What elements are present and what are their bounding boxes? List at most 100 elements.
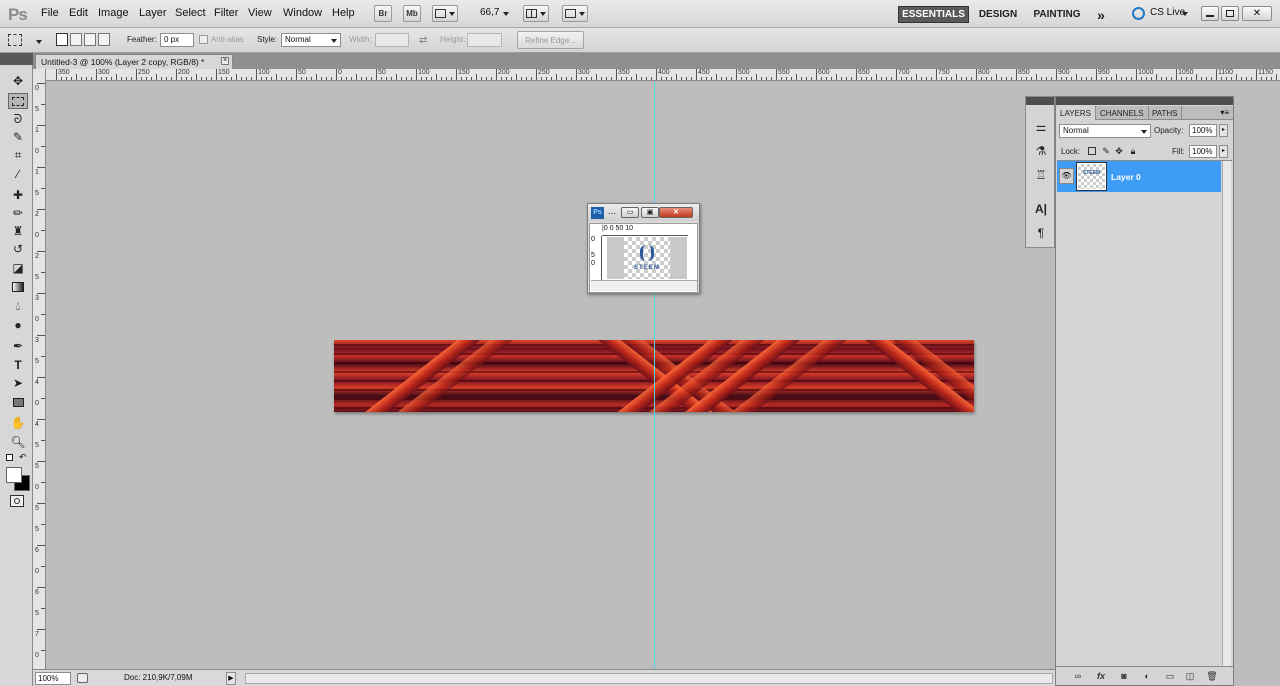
vertical-guide[interactable] xyxy=(654,82,655,669)
floating-restore-icon[interactable]: ▣ xyxy=(641,207,659,218)
lock-all-icon[interactable]: 🔒︎ xyxy=(1128,146,1138,156)
opacity-slider-icon[interactable]: ▸ xyxy=(1219,124,1228,137)
clone-stamp-tool-icon[interactable]: ♜ xyxy=(8,223,28,239)
floating-canvas[interactable]: STEEM xyxy=(607,237,687,279)
status-menu-arrow-icon[interactable]: ▶ xyxy=(226,672,236,685)
panel-strip-header[interactable] xyxy=(1026,97,1054,105)
swap-colors-icon[interactable]: ↶ xyxy=(19,452,27,463)
lock-image-icon[interactable]: ✎ xyxy=(1101,146,1111,156)
style-select[interactable]: Normal xyxy=(281,33,341,47)
floating-window-titlebar[interactable]: Ps ... ▭ ▣ ✕ xyxy=(588,204,699,221)
cs-live-menu[interactable]: CS Live xyxy=(1150,7,1185,18)
arrange-documents-button[interactable] xyxy=(523,5,549,22)
tab-channels[interactable]: CHANNELS xyxy=(1096,106,1149,120)
brush-presets-panel-icon[interactable]: ⚗ xyxy=(1032,143,1050,159)
type-tool-icon[interactable]: T xyxy=(8,357,28,373)
zoom-chevron-icon[interactable] xyxy=(503,12,509,16)
menu-filter[interactable]: Filter xyxy=(214,7,238,19)
dodge-tool-icon[interactable]: ● xyxy=(8,317,28,333)
ruler-top[interactable]: 350 300 250 200 150 100 50 0 50 100 150 200 250 300 35… xyxy=(46,69,1280,81)
adjustments-panel-icon[interactable]: ⚌ xyxy=(1032,119,1050,135)
toolbox-grip[interactable] xyxy=(0,53,33,65)
paragraph-panel-icon[interactable]: ¶ xyxy=(1032,225,1050,241)
fill-input[interactable]: 100% xyxy=(1189,145,1217,158)
screen-mode-button[interactable] xyxy=(562,5,588,22)
view-extras-button[interactable] xyxy=(432,5,458,22)
workspace-essentials[interactable]: ESSENTIALS xyxy=(898,6,969,23)
new-group-icon[interactable]: ▭ xyxy=(1164,670,1176,682)
height-input[interactable] xyxy=(467,33,502,47)
mini-bridge-button[interactable]: Mb xyxy=(403,5,421,22)
layer-name[interactable]: Layer 0 xyxy=(1111,172,1141,182)
rectangle-tool-icon[interactable] xyxy=(8,394,28,410)
adjustment-layer-icon[interactable]: ◐ xyxy=(1141,670,1153,682)
minimize-button[interactable] xyxy=(1201,6,1219,21)
quick-mask-icon[interactable] xyxy=(10,495,24,507)
add-to-selection-icon[interactable] xyxy=(70,33,82,46)
panel-menu-icon[interactable]: ▾≡ xyxy=(1220,108,1229,117)
horizontal-scrollbar[interactable] xyxy=(245,673,1053,684)
delete-layer-icon[interactable]: 🗑︎ xyxy=(1206,670,1218,682)
blend-mode-select[interactable]: Normal xyxy=(1059,124,1151,138)
path-selection-tool-icon[interactable]: ➤ xyxy=(8,375,28,391)
layers-scrollbar[interactable] xyxy=(1222,161,1231,666)
status-info-icon[interactable] xyxy=(77,673,88,683)
link-layers-icon[interactable]: ∞ xyxy=(1072,670,1084,682)
subtract-from-selection-icon[interactable] xyxy=(84,33,96,46)
menu-select[interactable]: Select xyxy=(175,7,206,19)
eyedropper-tool-icon[interactable]: ⁄ xyxy=(8,166,28,182)
panel-dock-header[interactable] xyxy=(1056,97,1233,105)
rect-marquee-tool-icon[interactable] xyxy=(8,93,28,109)
refine-edge-button[interactable]: Refine Edge... xyxy=(517,31,584,49)
fill-slider-icon[interactable]: ▸ xyxy=(1219,145,1228,158)
lasso-tool-icon[interactable]: ᘐ xyxy=(8,111,28,127)
opacity-input[interactable]: 100% xyxy=(1189,124,1217,137)
eraser-tool-icon[interactable]: ◪ xyxy=(8,260,28,276)
history-brush-tool-icon[interactable]: ↺ xyxy=(8,241,28,257)
menu-view[interactable]: View xyxy=(248,7,272,19)
close-document-icon[interactable]: × xyxy=(221,57,229,65)
bridge-button[interactable]: Br xyxy=(374,5,392,22)
lock-transparent-icon[interactable] xyxy=(1088,147,1096,155)
default-colors-icon[interactable] xyxy=(6,454,13,461)
intersect-selection-icon[interactable] xyxy=(98,33,110,46)
character-panel-icon[interactable]: A| xyxy=(1032,201,1050,217)
brush-tool-icon[interactable]: ✏ xyxy=(8,205,28,221)
pen-tool-icon[interactable]: ✒ xyxy=(8,338,28,354)
tab-layers[interactable]: LAYERS xyxy=(1056,106,1096,120)
anti-alias-checkbox[interactable] xyxy=(199,35,208,44)
swap-dimensions-icon[interactable]: ⇄ xyxy=(419,35,427,46)
zoom-tool-icon[interactable]: 🔍︎ xyxy=(8,434,28,450)
lock-position-icon[interactable]: ✥ xyxy=(1114,146,1124,156)
new-layer-icon[interactable]: ◫ xyxy=(1184,670,1196,682)
rect-marquee-preset-icon[interactable] xyxy=(8,34,22,46)
restore-button[interactable] xyxy=(1221,6,1239,21)
tool-preset-chevron-icon[interactable] xyxy=(36,40,42,44)
floating-minimize-icon[interactable]: ▭ xyxy=(621,207,639,218)
foreground-color-swatch[interactable] xyxy=(6,467,22,483)
menu-image[interactable]: Image xyxy=(98,7,129,19)
menu-layer[interactable]: Layer xyxy=(139,7,167,19)
menu-window[interactable]: Window xyxy=(283,7,322,19)
menu-help[interactable]: Help xyxy=(332,7,355,19)
document-tab[interactable]: Untitled-3 @ 100% (Layer 2 copy, RGB/8) … xyxy=(35,54,233,69)
workspace-design[interactable]: DESIGN xyxy=(977,6,1019,23)
width-input[interactable] xyxy=(375,33,409,47)
zoom-level[interactable]: 66,7 xyxy=(480,7,499,18)
move-tool-icon[interactable]: ✥ xyxy=(8,73,28,89)
quick-selection-tool-icon[interactable]: ✎ xyxy=(8,129,28,145)
gradient-tool-icon[interactable] xyxy=(8,279,28,295)
floating-close-icon[interactable]: ✕ xyxy=(659,207,693,218)
hand-tool-icon[interactable]: ✋ xyxy=(8,415,28,431)
more-workspaces-button[interactable]: » xyxy=(1092,6,1110,23)
new-selection-icon[interactable] xyxy=(56,33,68,46)
cs-live-icon[interactable] xyxy=(1132,7,1145,20)
menu-edit[interactable]: Edit xyxy=(69,7,88,19)
menu-file[interactable]: File xyxy=(41,7,59,19)
clone-source-panel-icon[interactable]: ♖ xyxy=(1032,167,1050,183)
zoom-input[interactable]: 100% xyxy=(35,672,71,685)
healing-brush-tool-icon[interactable]: ✚ xyxy=(8,187,28,203)
floating-document-window[interactable]: Ps ... ▭ ▣ ✕ |0 0 50 10 0 5 0 STEEM xyxy=(587,203,700,294)
layer-style-icon[interactable]: fx xyxy=(1095,670,1107,682)
ruler-left[interactable]: 0510152025303540455055606570 xyxy=(33,69,46,669)
